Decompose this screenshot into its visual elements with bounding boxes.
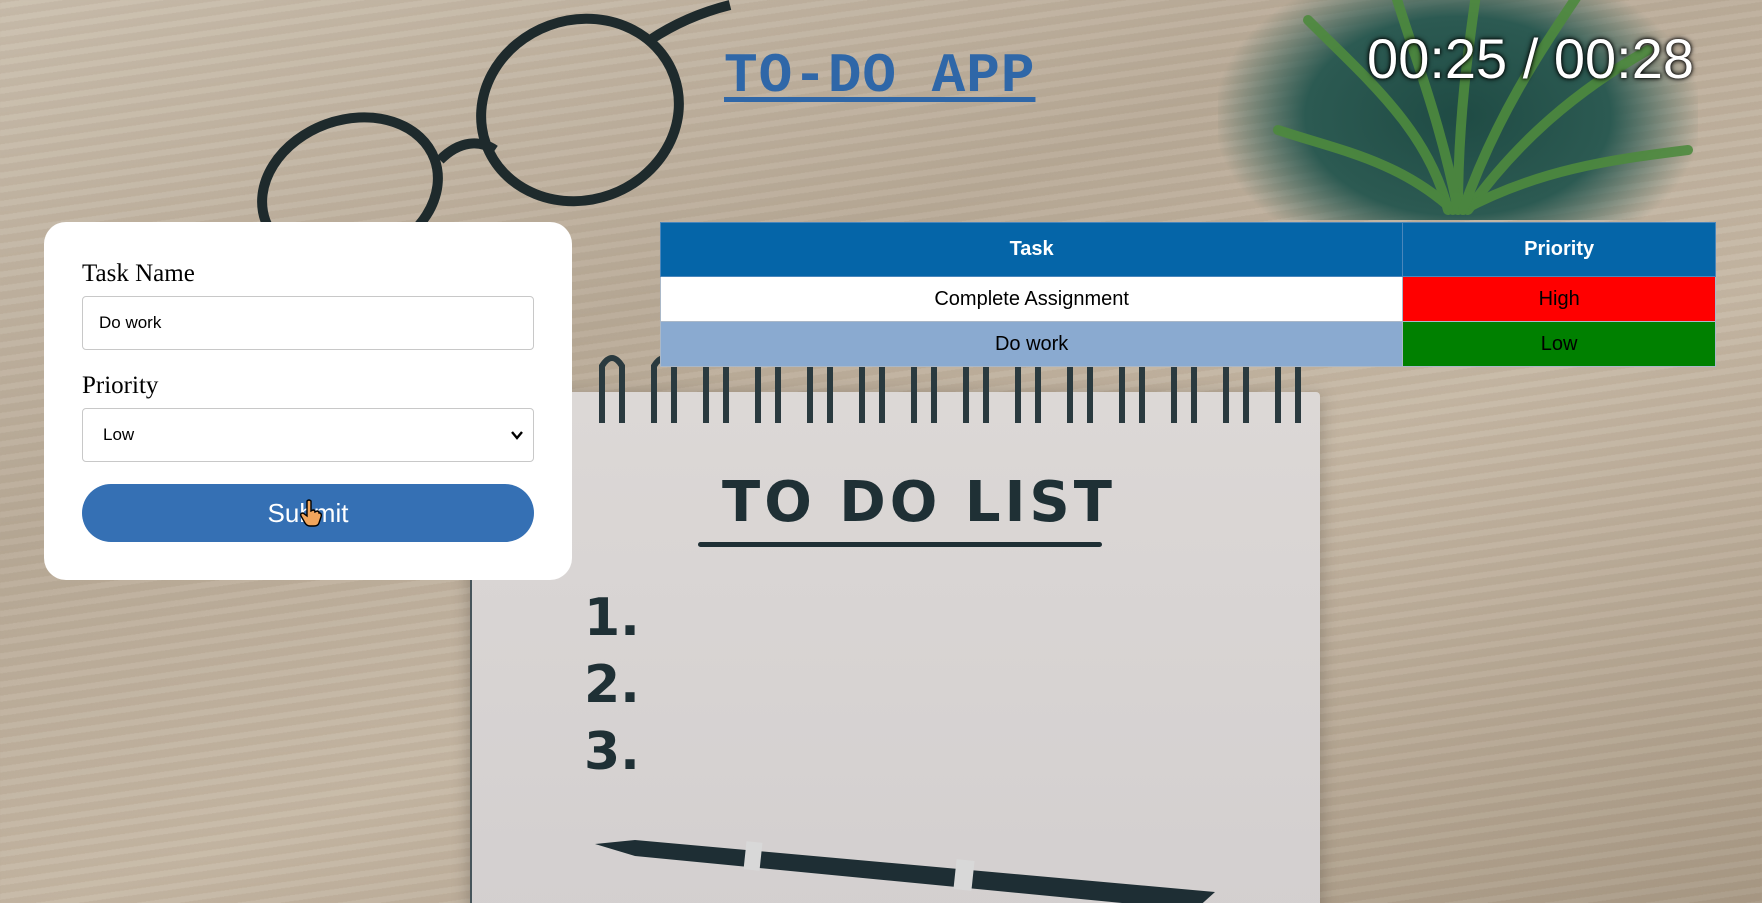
priority-cell: High [1402,276,1716,322]
notepad-decoration [470,392,1320,903]
notepad-title-underline [698,542,1102,547]
priority-select-value: Low [103,425,135,444]
task-cell: Complete Assignment [659,276,1404,322]
video-timer: 00:25 / 00:28 [1367,27,1694,90]
app-title: TO-DO APP [724,44,1036,108]
notepad-title: TO DO LIST [722,470,1116,535]
task-name-input[interactable] [82,296,534,350]
glasses-decoration [257,0,732,230]
priority-cell: Low [1402,321,1716,367]
hand-pointer-icon [300,499,322,527]
column-header-priority: Priority [1402,222,1716,277]
notepad-item-2: 2. [584,655,640,715]
column-header-task: Task [659,222,1404,277]
pen-decoration [595,840,1215,903]
priority-label: Priority [82,372,159,399]
table-row: Complete Assignment High [659,276,1716,322]
priority-select[interactable]: Low [82,408,534,462]
notepad-item-1: 1. [584,588,640,648]
task-table: Task Priority Complete Assignment High D… [659,222,1716,367]
chevron-down-icon [511,431,523,440]
task-cell: Do work [659,321,1404,367]
task-name-label: Task Name [82,260,195,287]
table-row: Do work Low [659,321,1716,367]
notepad-item-3: 3. [584,722,640,782]
table-header-row: Task Priority [659,222,1716,277]
